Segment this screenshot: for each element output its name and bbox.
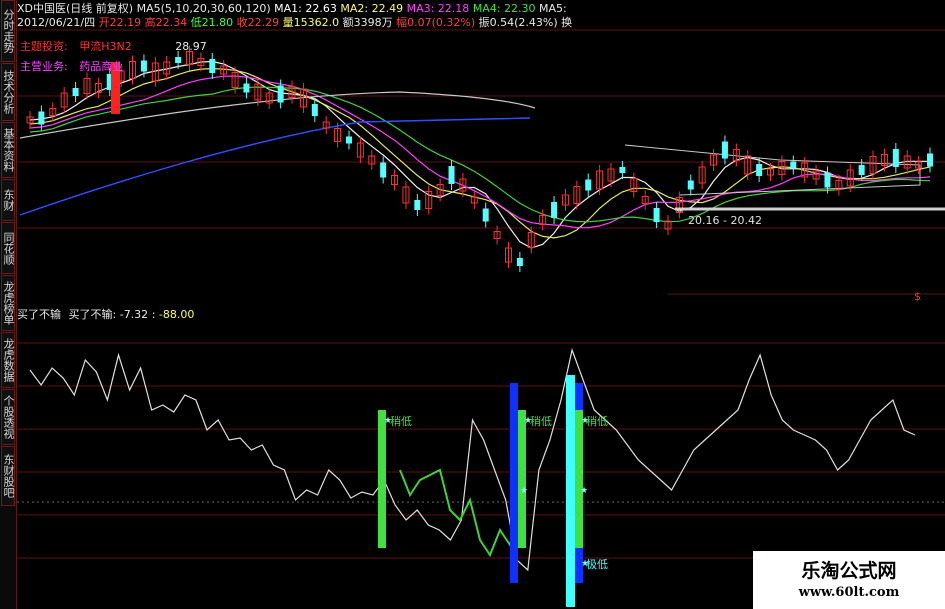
theme-note-text: 甲流H3N2 xyxy=(79,40,132,53)
candle-body xyxy=(653,208,660,222)
business-note-label: 主营业务: xyxy=(20,60,68,73)
candle-body xyxy=(243,83,250,93)
candle-body xyxy=(687,180,694,190)
ma5-value: MA5: xyxy=(539,2,567,15)
ma-line xyxy=(29,75,931,229)
candle-body xyxy=(414,200,421,210)
candle-body xyxy=(380,162,387,178)
candle-body xyxy=(277,85,284,103)
candle-body xyxy=(72,88,79,96)
ma-line xyxy=(29,60,930,249)
theme-note-label: 主题投资: xyxy=(20,40,68,53)
price-tag: 28.97 xyxy=(175,40,207,53)
indicator-line xyxy=(29,347,916,572)
quote-amplitude: 振0.54(2.43%) xyxy=(478,16,558,29)
indicator-header: 买了不输 买了不输: -7.32 : -88.00 xyxy=(17,308,195,321)
theme-note: 主题投资: 甲流H3N2 28.97 xyxy=(20,38,207,54)
quote-volume: 量15362.0 xyxy=(282,16,340,29)
candle-body xyxy=(38,111,45,125)
candle-body xyxy=(892,149,899,167)
quote-close: 收22.29 xyxy=(236,16,280,29)
signal-bar xyxy=(575,410,583,548)
ma-line xyxy=(29,67,931,239)
ma3-value: MA3: 22.18 xyxy=(406,2,470,15)
ma-params: MA5(5,10,20,30,60,120) xyxy=(136,2,271,15)
stock-title: XD中国医(日线 前复权) xyxy=(17,2,134,15)
signal-label-1: 稍低 xyxy=(390,414,412,428)
signal-label-2: 稍低 xyxy=(530,414,552,428)
candle-body xyxy=(585,179,592,191)
candle-body xyxy=(448,166,455,184)
candle-body xyxy=(516,258,523,266)
quote-date: 2012/06/21/四 xyxy=(17,16,96,29)
indicator-name: 买了不输 xyxy=(17,308,61,321)
candle-body xyxy=(756,164,763,176)
ma1-value: MA1: 22.63 xyxy=(274,2,337,15)
signal-star-icon: ★ xyxy=(580,486,588,496)
candle-body xyxy=(790,161,797,169)
quote-low: 低21.80 xyxy=(190,16,234,29)
signal-star-icon: ★ xyxy=(520,486,528,496)
candle-body xyxy=(619,167,626,173)
candle-body xyxy=(721,141,728,159)
business-note: 主营业务: 药品商业 xyxy=(20,58,123,74)
business-note-text: 药品商业 xyxy=(79,60,124,73)
candle-body xyxy=(927,153,933,167)
ma2-value: MA2: 22.49 xyxy=(340,2,404,15)
indicator-value-1: -7.32 xyxy=(119,308,149,321)
brand-watermark: 乐淘公式网 www.60lt.com xyxy=(753,551,945,609)
indicator-name-2: 买了不输: xyxy=(68,308,117,321)
candle-body xyxy=(482,208,489,222)
kline-chart[interactable]: ★ ★ ★★★ ★ 20.16 - 20.42 $ 稍低 稍低 稍低 极低 xyxy=(0,0,945,609)
brand-url: www.60lt.com xyxy=(798,585,900,600)
quote-high: 高22.34 xyxy=(144,16,188,29)
quote-turnover: 换 xyxy=(561,16,573,29)
signal-label-3: 稍低 xyxy=(586,414,608,428)
signal-label-extreme: 极低 xyxy=(586,557,608,571)
candle-body xyxy=(311,104,318,116)
moving-average-lines xyxy=(19,60,931,249)
quote-amount: 额3398万 xyxy=(342,16,393,29)
indicator-value-2: -88.00 xyxy=(158,308,195,321)
dollar-marker: $ xyxy=(914,290,921,303)
signal-bar xyxy=(510,383,518,583)
signal-steps xyxy=(399,468,521,558)
quote-open: 开22.19 xyxy=(98,16,142,29)
ma4-value: MA4: 22.30 xyxy=(472,2,536,15)
signal-bar xyxy=(378,410,386,548)
brand-name: 乐淘公式网 xyxy=(801,560,897,582)
signal-bar xyxy=(518,410,526,548)
candle-body xyxy=(175,57,182,63)
chart-grid xyxy=(17,29,945,559)
quote-change: 幅0.07(0.32%) xyxy=(396,16,476,29)
chart-header: XD中国医(日线 前复权) MA5(5,10,20,30,60,120) MA1… xyxy=(17,2,567,16)
candle-body xyxy=(551,202,558,218)
signal-bar xyxy=(566,375,575,607)
quote-line: 2012/06/21/四 开22.19 高22.34 低21.80 收22.29… xyxy=(17,16,572,30)
candle-body xyxy=(140,60,147,72)
candle-body xyxy=(345,136,352,144)
candle-body xyxy=(858,165,865,175)
candle-body xyxy=(824,172,831,188)
range-label: 20.16 - 20.42 xyxy=(688,214,762,227)
candle-body xyxy=(209,59,216,73)
ma-line xyxy=(29,86,931,223)
